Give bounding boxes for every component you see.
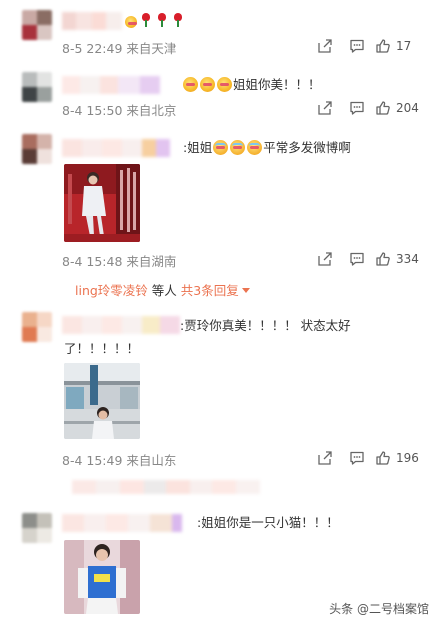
like-button[interactable]: 17 (375, 38, 421, 54)
username-blurred[interactable] (62, 76, 160, 94)
share-icon (318, 101, 332, 115)
reply-count-link[interactable]: 共3条回复 (181, 283, 239, 298)
crying-emoji-icon (213, 140, 229, 155)
comment-meta: 8-4 15:49 来自山东 (62, 453, 177, 468)
comment-text: :贾玲你真美！！！！ 状态太好了！！！！！ (64, 318, 351, 356)
avatar[interactable] (22, 312, 52, 342)
comment-image[interactable] (64, 540, 140, 614)
kiss-emoji-icon (183, 77, 198, 92)
comment-button[interactable] (341, 449, 373, 467)
photo-woman-blue-top (64, 540, 140, 614)
comment-item: 姐姐你美！！！ 8-4 15:50 来自北京 204 (0, 62, 439, 124)
comment-actions: 196 (309, 449, 421, 467)
rose-emoji-icon (157, 13, 167, 27)
avatar[interactable] (22, 134, 52, 164)
avatar[interactable] (22, 72, 52, 102)
like-count: 204 (396, 101, 419, 115)
thumbs-up-icon (376, 101, 390, 115)
comment-icon (350, 451, 364, 465)
like-button[interactable]: 204 (375, 100, 421, 116)
share-button[interactable] (309, 449, 341, 467)
comment-text: :姐姐 平常多发微博啊 (183, 140, 351, 155)
comment-image[interactable] (64, 164, 140, 242)
like-count: 17 (396, 39, 412, 53)
like-button[interactable]: 196 (375, 450, 421, 466)
kiss-emoji-icon (200, 77, 215, 92)
kiss-emoji-icon (217, 77, 232, 92)
photo-mall-interior (64, 363, 140, 439)
like-button[interactable]: 334 (375, 251, 421, 267)
photo-woman-red-carpet (64, 164, 140, 242)
comment-button[interactable] (341, 37, 373, 55)
username-blurred[interactable] (62, 12, 122, 30)
comment-item: 🌹🌹🌹 8-5 22:49 来自天津 17 (0, 0, 439, 62)
share-button[interactable] (309, 37, 341, 55)
like-count: 196 (396, 451, 419, 465)
comment-meta: 8-5 22:49 来自天津 (62, 41, 177, 56)
comment-actions: 204 (309, 99, 421, 117)
comment-button[interactable] (341, 250, 373, 268)
reply-username[interactable]: ling玲零凌铃 (75, 283, 148, 298)
username-blurred[interactable] (62, 514, 182, 532)
comment-text: 🌹🌹🌹 (124, 12, 186, 30)
share-button[interactable] (309, 99, 341, 117)
comment-item: :姐姐 平常多发微博啊 8-4 15:48 来自湖南 334 ling玲零凌铃 … (0, 124, 439, 304)
comment-icon (350, 252, 364, 266)
rose-emoji-icon (141, 13, 151, 27)
reply-summary-blurred[interactable] (72, 480, 260, 494)
avatar[interactable] (22, 513, 52, 543)
share-icon (318, 252, 332, 266)
comment-actions: 17 (309, 37, 421, 55)
thumbs-up-icon (376, 451, 390, 465)
comment-item: :贾玲你真美！！！！ 状态太好了！！！！！ 8-4 15:49 来自山东 196 (0, 304, 439, 474)
comment-meta: 8-4 15:48 来自湖南 (62, 254, 177, 269)
comment-text: :姐姐你是一只小猫！！！ (197, 515, 339, 530)
chevron-down-icon (241, 288, 250, 293)
thumbs-up-icon (376, 39, 390, 53)
watermark: 头条 @二号档案馆 (325, 598, 433, 619)
crying-emoji-icon (247, 140, 263, 155)
avatar[interactable] (22, 10, 52, 40)
comment-actions: 334 (309, 250, 421, 268)
crying-emoji-icon (230, 140, 246, 155)
comment-image[interactable] (64, 363, 140, 439)
comment-text: 姐姐你美！！！ (182, 76, 321, 94)
like-count: 334 (396, 252, 419, 266)
comment-button[interactable] (341, 99, 373, 117)
share-icon (318, 39, 332, 53)
share-button[interactable] (309, 250, 341, 268)
rose-emoji-icon (173, 13, 183, 27)
comment-meta: 8-4 15:50 来自北京 (62, 103, 177, 118)
comment-list: 🌹🌹🌹 8-5 22:49 来自天津 17 (0, 0, 439, 624)
comment-icon (350, 39, 364, 53)
comment-icon (350, 101, 364, 115)
reply-middle-text: 等人 (147, 283, 181, 298)
username-blurred[interactable] (62, 139, 170, 157)
reply-summary[interactable]: ling玲零凌铃 等人 共3条回复 (75, 280, 250, 299)
thumbs-up-icon (376, 252, 390, 266)
share-icon (318, 451, 332, 465)
emoji-icon (125, 16, 137, 28)
